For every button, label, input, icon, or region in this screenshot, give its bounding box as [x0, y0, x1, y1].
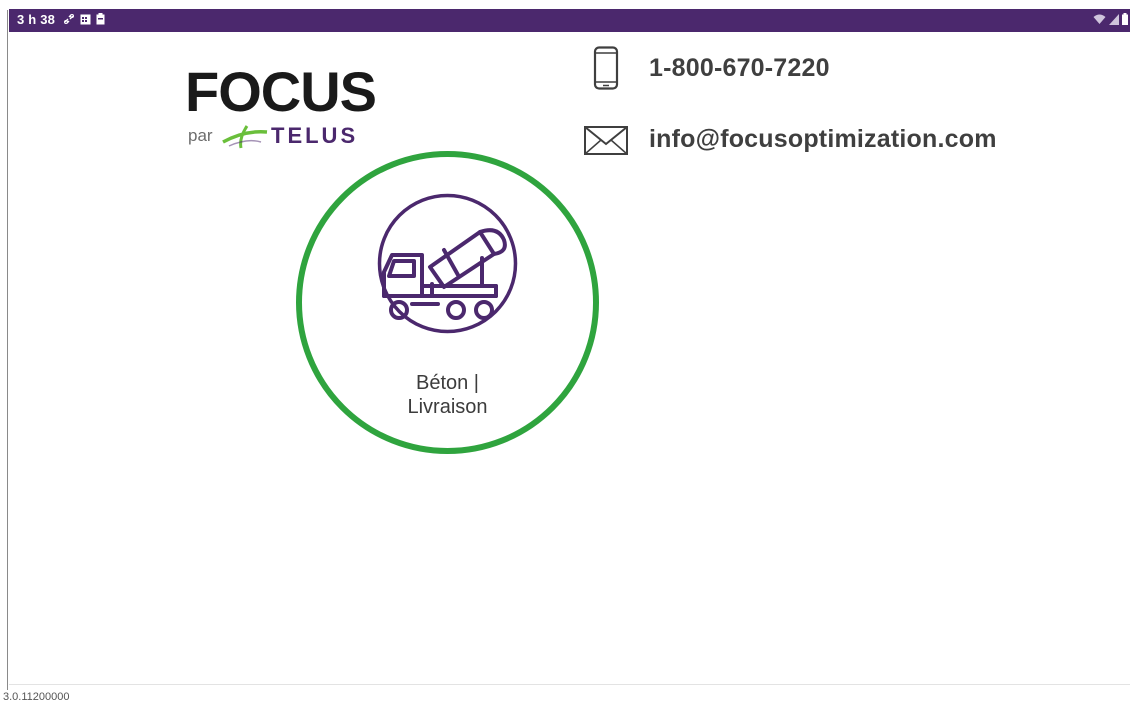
app-version: 3.0.11200000 — [3, 691, 70, 703]
telus-swoosh-icon — [222, 125, 268, 149]
module-label-line2: Livraison — [407, 396, 488, 418]
logo-partner: TELUS — [271, 123, 359, 148]
phone-contact[interactable]: 1-800-670-7220 — [580, 46, 830, 90]
module-tile-beton-livraison[interactable]: Béton | Livraison — [296, 151, 599, 454]
wifi-icon — [1093, 14, 1106, 24]
calendar-icon — [80, 14, 91, 25]
module-label: Béton | Livraison — [302, 371, 593, 419]
battery-saver-icon — [96, 13, 105, 25]
app-screen: 3 h 38 FOCUS par TELUS 1-800-670-7220 in… — [0, 0, 1130, 704]
status-bar: 3 h 38 — [9, 9, 1130, 32]
logo-tagline-prefix: par — [188, 126, 213, 145]
window-edge — [7, 10, 8, 690]
focus-telus-logo: FOCUS par TELUS — [185, 62, 400, 157]
link-icon — [64, 14, 74, 24]
footer-divider — [9, 684, 1130, 685]
email-address[interactable]: info@focusoptimization.com — [649, 125, 997, 154]
status-icons-left — [63, 13, 105, 25]
signal-icon — [1109, 13, 1119, 25]
phone-number[interactable]: 1-800-670-7220 — [649, 54, 830, 83]
email-contact[interactable]: info@focusoptimization.com — [580, 117, 997, 161]
status-time: 3 h 38 — [17, 12, 56, 27]
module-label-line1: Béton | — [415, 372, 480, 394]
battery-icon — [1122, 13, 1128, 25]
status-icons-right — [1093, 13, 1128, 25]
phone-icon — [593, 46, 619, 90]
envelope-icon — [584, 126, 628, 155]
logo-brand: FOCUS — [185, 60, 377, 123]
concrete-mixer-truck-icon — [377, 193, 518, 334]
